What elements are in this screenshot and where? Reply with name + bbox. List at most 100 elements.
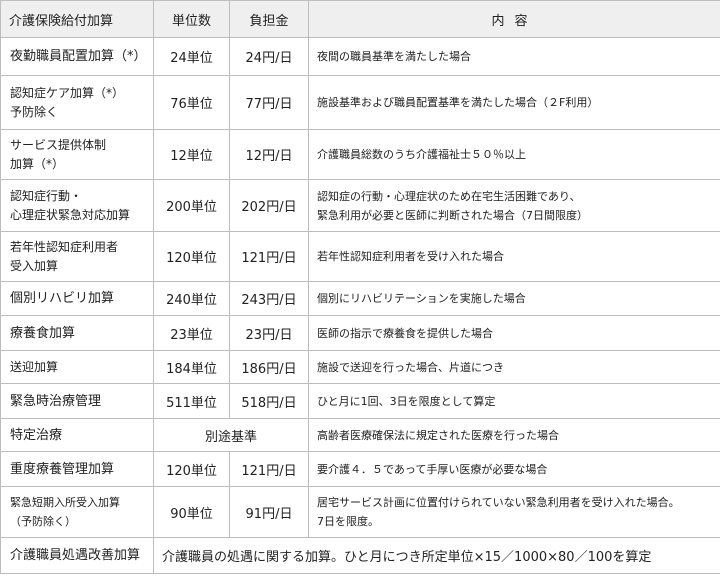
row-content-line: 緊急利用が必要と医師に判断された場合（7日間限度） — [317, 208, 588, 222]
table-row: 個別リハビリ加算 240単位 243円/日 個別にリハビリテーションを実施した場… — [0, 281, 720, 316]
row-content: 高齢者医療確保法に規定された医療を行った場合 — [308, 418, 720, 452]
row-name-line: 若年性認知症利用者 — [10, 239, 119, 254]
row-name: 個別リハビリ加算 — [0, 281, 154, 316]
row-content-line: ひと月に1回、3日を限度として算定 — [317, 394, 496, 408]
header-cost: 負担金 — [229, 0, 309, 38]
row-content: 施設基準および職員配置基準を満たした場合（２F利用） — [308, 75, 720, 130]
row-units: 511単位 — [153, 383, 230, 419]
row-cost: 91円/日 — [229, 486, 309, 538]
row-units: 120単位 — [153, 231, 230, 282]
row-content-line: 夜間の職員基準を満たした場合 — [317, 50, 471, 63]
row-units: 90単位 — [153, 486, 230, 538]
row-content: 個別にリハビリテーションを実施した場合 — [308, 281, 720, 316]
table-row: 若年性認知症利用者 受入加算 120単位 121円/日 若年性認知症利用者を受け入… — [0, 231, 720, 282]
row-content: 要介護４．５であって手厚い医療が必要な場合 — [308, 451, 720, 487]
row-cost: 12円/日 — [229, 129, 309, 180]
row-name: 夜勤職員配置加算（*） — [0, 37, 154, 76]
row-cost: 23円/日 — [229, 315, 309, 351]
row-content: 介護職員総数のうち介護福祉士５０％以上 — [308, 129, 720, 180]
care-insurance-addition-table: 介護保険給付加算 単位数 負担金 内容 夜勤職員配置加算（*） 24単位 24円… — [0, 0, 720, 574]
row-cost: 77円/日 — [229, 75, 309, 130]
table-row: サービス提供体制 加算（*） 12単位 12円/日 介護職員総数のうち介護福祉士５… — [0, 129, 720, 180]
row-name-line: 緊急時治療管理 — [10, 393, 102, 409]
row-units: 120単位 — [153, 451, 230, 487]
row-content-line: 若年性認知症利用者を受け入れた場合 — [317, 250, 504, 263]
row-content: 施設で送迎を行った場合、片道につき — [308, 350, 720, 384]
row-cost: 121円/日 — [229, 451, 309, 487]
table-row: 認知症ケア加算（*） 予防除く 76単位 77円/日 施設基準および職員配置基準を… — [0, 75, 720, 130]
header-units: 単位数 — [153, 0, 230, 38]
table-row: 重度療養管理加算 120単位 121円/日 要介護４．５であって手厚い医療が必要… — [0, 451, 720, 487]
row-name-line: 加算（*） — [10, 156, 65, 171]
row-name: 特定治療 — [0, 418, 154, 452]
row-merged-basis: 別途基準 — [153, 418, 309, 452]
row-units: 76単位 — [153, 75, 230, 130]
row-name-line: 療養食加算 — [10, 325, 76, 341]
row-name-line: 受入加算 — [10, 258, 59, 273]
row-name-line: （予防除く） — [10, 515, 76, 528]
row-name-line: 特定治療 — [10, 427, 63, 443]
row-name-line: 心理症状緊急対応加算 — [10, 207, 131, 222]
row-cost: 518円/日 — [229, 383, 309, 419]
header-content: 内容 — [308, 0, 720, 38]
row-units: 12単位 — [153, 129, 230, 180]
row-name: 送迎加算 — [0, 350, 154, 384]
row-cost: 24円/日 — [229, 37, 309, 76]
row-content-line: 個別にリハビリテーションを実施した場合 — [317, 292, 526, 305]
table-row: 緊急短期入所受入加算 （予防除く） 90単位 91円/日 居宅サービス計画に位置付… — [0, 486, 720, 538]
row-name: 緊急時治療管理 — [0, 383, 154, 419]
row-name: サービス提供体制 加算（*） — [0, 129, 154, 180]
row-units: 200単位 — [153, 179, 230, 232]
table-row: 特定治療 別途基準 高齢者医療確保法に規定された医療を行った場合 — [0, 418, 720, 452]
row-content: 夜間の職員基準を満たした場合 — [308, 37, 720, 76]
row-content-line: 医師の指示で療養食を提供した場合 — [317, 326, 493, 340]
table-row: 緊急時治療管理 511単位 518円/日 ひと月に1回、3日を限度として算定 — [0, 383, 720, 419]
table-body: 夜勤職員配置加算（*） 24単位 24円/日 夜間の職員基準を満たした場合 認知… — [0, 37, 720, 574]
row-name-line: 送迎加算 — [10, 359, 59, 374]
row-content: 医師の指示で療養食を提供した場合 — [308, 315, 720, 351]
row-content-line: 施設基準および職員配置基準を満たした場合（２F利用） — [317, 96, 599, 109]
row-name: 若年性認知症利用者 受入加算 — [0, 231, 154, 282]
row-name-line: 個別リハビリ加算 — [10, 291, 115, 306]
row-content-line: 要介護４．５であって手厚い医療が必要な場合 — [317, 462, 548, 476]
row-content-line: 居宅サービス計画に位置付けられていない緊急利用者を受け入れた場合。 — [317, 496, 680, 509]
row-content: ひと月に1回、3日を限度として算定 — [308, 383, 720, 419]
row-units: 23単位 — [153, 315, 230, 351]
row-name-line: 認知症行動・ — [10, 188, 83, 203]
table-row: 認知症行動・心理症状緊急対応加算 200単位 202円/日 認知症の行動・心理症… — [0, 179, 720, 232]
row-content-line: 高齢者医療確保法に規定された医療を行った場合 — [317, 428, 559, 442]
header-item: 介護保険給付加算 — [0, 0, 154, 38]
row-units: 240単位 — [153, 281, 230, 316]
table-row: 療養食加算 23単位 23円/日 医師の指示で療養食を提供した場合 — [0, 315, 720, 351]
footer-row: 介護職員処遇改善加算 介護職員の処遇に関する加算。ひと月につき所定単位×15／1… — [0, 537, 720, 574]
row-name: 重度療養管理加算 — [0, 451, 154, 487]
header-row: 介護保険給付加算 単位数 負担金 内容 — [0, 0, 720, 38]
row-content: 居宅サービス計画に位置付けられていない緊急利用者を受け入れた場合。 7日を限度。 — [308, 486, 720, 538]
row-name-line: 緊急短期入所受入加算 — [10, 496, 120, 509]
row-content-line: 7日を限度。 — [317, 515, 379, 528]
row-name-line: 夜勤職員配置加算（*） — [10, 49, 147, 64]
row-content-line: 施設で送迎を行った場合、片道につき — [317, 360, 504, 374]
row-name-line: 認知症ケア加算（*） — [10, 85, 125, 100]
row-name-line: 重度療養管理加算 — [10, 461, 115, 477]
row-cost: 121円/日 — [229, 231, 309, 282]
table-row: 夜勤職員配置加算（*） 24単位 24円/日 夜間の職員基準を満たした場合 — [0, 37, 720, 76]
row-content-line: 認知症の行動・心理症状のため在宅生活困難であり、 — [317, 189, 581, 203]
row-name: 療養食加算 — [0, 315, 154, 351]
row-cost: 202円/日 — [229, 179, 309, 232]
row-content-line: 介護職員総数のうち介護福祉士５０％以上 — [317, 148, 526, 161]
row-name: 緊急短期入所受入加算 （予防除く） — [0, 486, 154, 538]
footer-content: 介護職員の処遇に関する加算。ひと月につき所定単位×15／1000×80／100を… — [153, 537, 720, 574]
row-cost: 243円/日 — [229, 281, 309, 316]
row-name-line: 予防除く — [10, 104, 59, 119]
row-units: 24単位 — [153, 37, 230, 76]
row-name: 認知症行動・心理症状緊急対応加算 — [0, 179, 154, 232]
row-name: 認知症ケア加算（*） 予防除く — [0, 75, 154, 130]
row-units: 184単位 — [153, 350, 230, 384]
row-name-line: サービス提供体制 — [10, 137, 107, 152]
footer-name: 介護職員処遇改善加算 — [0, 537, 154, 574]
row-content: 若年性認知症利用者を受け入れた場合 — [308, 231, 720, 282]
row-cost: 186円/日 — [229, 350, 309, 384]
row-content: 認知症の行動・心理症状のため在宅生活困難であり、 緊急利用が必要と医師に判断された… — [308, 179, 720, 232]
table-row: 送迎加算 184単位 186円/日 施設で送迎を行った場合、片道につき — [0, 350, 720, 384]
